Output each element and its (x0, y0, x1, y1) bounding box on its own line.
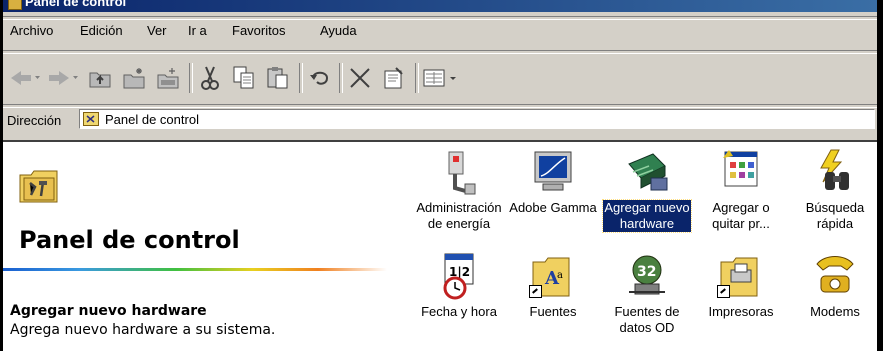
menu-bar: Archivo Edición Ver Ir a Favoritos Ayuda (3, 21, 877, 41)
monitor-icon (534, 151, 572, 191)
control-panel-icon (8, 0, 22, 10)
toolbar-divider (299, 63, 303, 93)
item-label: Impresoras (708, 304, 774, 319)
item-label: Modems (810, 304, 860, 319)
copy-button[interactable] (229, 63, 259, 93)
up-button[interactable] (85, 63, 115, 93)
properties-icon (384, 67, 403, 89)
hardware-icon (628, 153, 668, 191)
svg-text:32: 32 (637, 264, 656, 280)
shortcut-arrow-icon (529, 285, 542, 298)
menu-ayuda[interactable]: Ayuda (320, 23, 357, 38)
address-field[interactable]: Panel de control (79, 109, 875, 129)
item-busqueda-rapida[interactable]: Búsqueda rápida (787, 148, 877, 232)
cut-icon (201, 66, 219, 90)
window-title: Panel de control (25, 0, 127, 9)
item-label: Fuentes de datos OD (614, 304, 680, 335)
new-folder-icon (123, 68, 145, 89)
control-panel-folder-icon (19, 170, 58, 203)
forward-button[interactable] (45, 63, 79, 93)
decorative-gradient-line (3, 268, 387, 271)
item-administracion-energia[interactable]: Administración de energía (411, 148, 507, 232)
title-bar[interactable]: Panel de control (3, 0, 877, 12)
paste-icon (267, 67, 288, 89)
divider (3, 16, 877, 20)
paste-button[interactable] (263, 63, 293, 93)
item-adobe-gamma[interactable]: Adobe Gamma (505, 148, 601, 216)
views-icon (423, 69, 456, 87)
address-label: Dirección (7, 113, 62, 128)
selected-item-description: Agrega nuevo hardware a su sistema. (10, 322, 276, 338)
divider (3, 50, 877, 54)
toolbar-divider (189, 63, 193, 93)
item-label: Administración de energía (416, 200, 502, 231)
item-label: Adobe Gamma (509, 200, 597, 215)
back-button[interactable] (7, 63, 41, 93)
power-plug-icon (448, 151, 476, 195)
cut-button[interactable] (195, 63, 225, 93)
item-label: Búsqueda rápida (805, 200, 865, 231)
control-panel-icon (83, 112, 99, 126)
address-bar: Dirección Panel de control (3, 108, 877, 132)
item-fecha-hora[interactable]: 1|2 Fecha y hora (411, 252, 507, 320)
item-label: Fuentes (529, 304, 577, 319)
menu-favoritos[interactable]: Favoritos (232, 23, 285, 38)
menu-ir-a[interactable]: Ir a (188, 23, 207, 38)
up-folder-icon (89, 72, 111, 88)
item-agregar-quitar-programas[interactable]: Agregar o quitar pr... (693, 148, 789, 232)
telephone-icon (816, 256, 854, 293)
calendar-clock-icon: 1|2 (443, 253, 474, 300)
properties-button[interactable] (379, 63, 409, 93)
item-label: Agregar o quitar pr... (712, 200, 770, 231)
item-fuentes-datos-odbc[interactable]: 32 Fuentes de datos OD (599, 252, 695, 336)
undo-button[interactable] (305, 63, 335, 93)
item-modems[interactable]: Modems (787, 252, 877, 320)
toolbar-divider (415, 63, 419, 93)
info-pane: Panel de control Agregar nuevo hardware … (3, 142, 391, 351)
undo-icon (310, 71, 329, 85)
add-remove-programs-icon (723, 150, 758, 187)
toolbar-divider (339, 63, 343, 93)
copy-icon (233, 66, 254, 89)
toolbar (3, 57, 877, 101)
selected-item-title: Agregar nuevo hardware (10, 303, 207, 319)
item-impresoras[interactable]: Impresoras (693, 252, 789, 320)
delete-icon (350, 68, 370, 88)
menu-archivo[interactable]: Archivo (10, 23, 53, 38)
forward-arrow-icon (49, 71, 78, 85)
explorer-window: Panel de control Archivo Edición Ver Ir … (3, 0, 877, 351)
svg-text:a: a (557, 270, 563, 281)
item-agregar-nuevo-hardware[interactable]: Agregar nuevo hardware (599, 148, 695, 233)
binoculars-icon (820, 149, 849, 190)
delete-button[interactable] (345, 63, 375, 93)
menu-ver[interactable]: Ver (147, 23, 167, 38)
menu-edicion[interactable]: Edición (80, 23, 123, 38)
item-label: Agregar nuevo hardware (602, 199, 692, 233)
page-title: Panel de control (19, 226, 240, 254)
item-fuentes[interactable]: A a Fuentes (505, 252, 601, 320)
folders-button[interactable] (153, 63, 183, 93)
content-area: Panel de control Agregar nuevo hardware … (3, 140, 877, 351)
address-value: Panel de control (105, 112, 199, 127)
new-folder-button[interactable] (119, 63, 149, 93)
views-button[interactable] (421, 63, 461, 93)
folder-tree-icon (157, 68, 179, 89)
odbc-icon: 32 (629, 255, 665, 295)
shortcut-arrow-icon (717, 285, 730, 298)
item-label: Fecha y hora (421, 304, 497, 319)
back-arrow-icon (11, 71, 40, 85)
